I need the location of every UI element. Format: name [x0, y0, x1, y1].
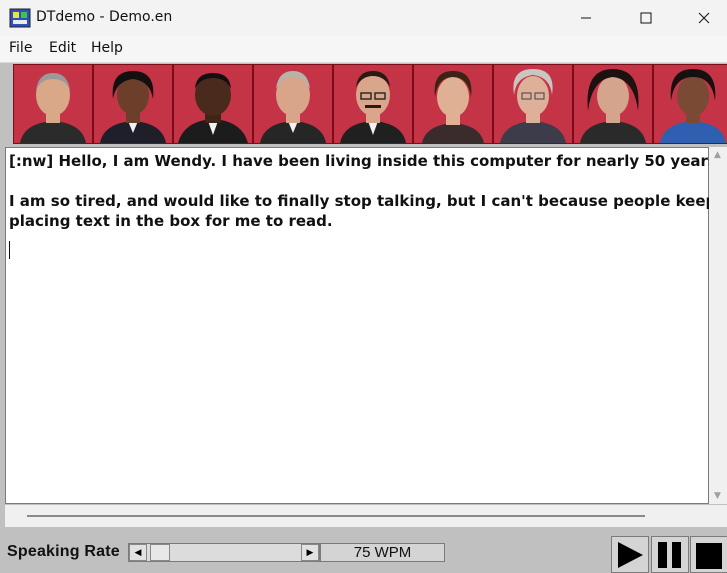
stop-button[interactable] — [690, 536, 727, 573]
speaking-rate-value: 75 WPM — [320, 543, 445, 562]
person-icon — [660, 69, 726, 143]
person-icon — [260, 71, 326, 143]
maximize-button[interactable] — [623, 0, 669, 36]
voice-portrait-6[interactable] — [414, 65, 494, 143]
speaking-rate-slider[interactable]: ◀ ▶ — [128, 543, 320, 562]
text-line-3: placing text in the box for me to read. — [9, 212, 333, 230]
close-icon — [698, 12, 710, 24]
voice-portrait-9[interactable] — [654, 65, 727, 143]
voice-portrait-4[interactable] — [254, 65, 334, 143]
person-icon — [20, 73, 86, 143]
maximize-icon — [640, 12, 652, 24]
stop-icon — [696, 542, 722, 569]
title-bar: DTdemo - Demo.en — [0, 0, 727, 36]
horizontal-scrollbar[interactable] — [5, 505, 727, 527]
horizontal-scroll-thumb[interactable] — [27, 515, 645, 517]
text-caret — [9, 241, 10, 259]
menu-file[interactable]: File — [9, 40, 32, 56]
play-icon — [618, 541, 643, 568]
menu-bar: File Edit Help — [0, 36, 727, 63]
pause-button[interactable] — [651, 536, 689, 573]
slider-right-arrow-icon[interactable]: ▶ — [301, 544, 319, 561]
scroll-down-icon[interactable]: ▼ — [714, 491, 721, 501]
speaking-rate-label: Speaking Rate — [7, 543, 120, 560]
pause-icon — [658, 541, 681, 568]
person-icon — [100, 71, 166, 143]
slider-thumb[interactable] — [149, 544, 170, 561]
text-line-blank — [9, 171, 708, 191]
voice-portrait-strip — [13, 64, 727, 144]
person-icon — [340, 71, 406, 143]
voice-portrait-8[interactable] — [574, 65, 654, 143]
slider-left-arrow-icon[interactable]: ◀ — [129, 544, 147, 561]
minimize-icon — [581, 17, 591, 19]
voice-portrait-5[interactable] — [334, 65, 414, 143]
voice-portrait-3[interactable] — [174, 65, 254, 143]
close-button[interactable] — [681, 0, 727, 36]
text-line-2: I am so tired, and would like to finally… — [9, 192, 717, 210]
voice-portrait-7[interactable] — [494, 65, 574, 143]
minimize-button[interactable] — [563, 0, 609, 36]
scroll-up-icon[interactable]: ▲ — [714, 150, 721, 160]
voice-portrait-1[interactable] — [14, 65, 94, 143]
person-icon — [178, 73, 248, 143]
vertical-scrollbar[interactable]: ▲ ▼ — [709, 147, 727, 504]
voice-portrait-2[interactable] — [94, 65, 174, 143]
speech-text-area[interactable]: [:nw] Hello, I am Wendy. I have been liv… — [5, 147, 723, 504]
menu-edit[interactable]: Edit — [49, 40, 76, 56]
window-title: DTdemo - Demo.en — [36, 9, 173, 25]
person-icon — [580, 69, 646, 143]
person-icon — [422, 71, 484, 143]
menu-help[interactable]: Help — [91, 40, 123, 56]
play-button[interactable] — [611, 536, 649, 573]
person-icon — [500, 69, 566, 143]
app-icon — [9, 8, 31, 28]
text-line-1: [:nw] Hello, I am Wendy. I have been liv… — [9, 152, 723, 170]
